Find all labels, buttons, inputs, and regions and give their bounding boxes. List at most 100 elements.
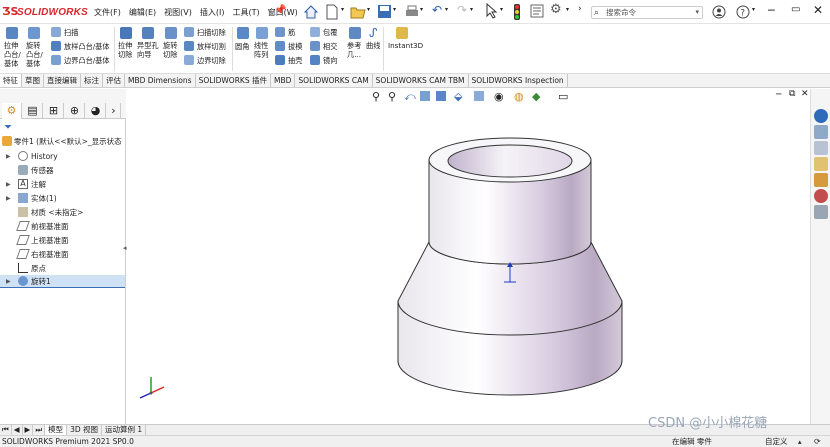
last-tab-icon[interactable]: ⏭ [33,425,46,435]
appearances-icon[interactable] [814,173,828,187]
tree-item-annotations[interactable]: ▶ A 注解 [0,178,126,191]
revolve-boss-button[interactable]: 旋转 凸台/ 基体 [26,41,43,68]
instant3d-button[interactable]: Instant3D [388,41,423,50]
file-explorer-icon[interactable] [814,141,828,155]
tree-root-part[interactable]: 零件1 (默认<<默认>_显示状态 [0,135,126,148]
zoom-to-fit-icon[interactable]: ⚲ [372,90,380,103]
tree-item-history[interactable]: ▶ History [0,150,126,163]
pin-icon[interactable]: 📌 [274,5,286,16]
hide-show-items-icon[interactable]: ◉ [494,90,504,103]
home-icon[interactable] [303,4,319,20]
configuration-manager-tab-icon[interactable]: ⊞ [44,103,64,119]
help-icon[interactable]: ? [736,5,750,19]
model-view[interactable] [127,89,810,424]
draft-button[interactable]: 拔模 [288,42,302,51]
linear-pattern-button[interactable]: 线性 阵列 [254,41,268,59]
intersect-button[interactable]: 相交 [323,42,337,51]
loft-cut-button[interactable]: 放样切割 [197,42,226,51]
maximize-icon[interactable]: ▭ [791,4,800,15]
close-icon[interactable]: ✕ [813,3,823,17]
expand-arrow-icon[interactable]: ▶ [6,178,11,191]
panel-collapse-handle[interactable]: ◂ [123,244,127,252]
tree-item-origin[interactable]: 原点 [0,262,126,275]
expand-arrow-icon[interactable]: ▶ [6,275,11,288]
next-tab-icon[interactable]: ▶ [23,425,34,435]
first-tab-icon[interactable]: ⏮ [0,425,12,435]
select-cursor-icon[interactable] [484,3,498,19]
new-document-icon[interactable] [325,4,339,20]
menu-tools[interactable]: 工具(T) [230,7,261,18]
expand-arrow-icon[interactable]: › [578,4,582,14]
tree-item-solid-bodies[interactable]: ▶ 实体(1) [0,192,126,205]
boundary-cut-button[interactable]: 边界切除 [197,56,226,65]
section-view-icon[interactable] [420,91,430,101]
rebuild-traffic-light-icon[interactable] [513,4,521,20]
view-orientation-icon[interactable]: ⬙ [454,90,462,103]
view-palette-icon[interactable] [814,157,828,171]
search-commands-input[interactable]: ⌕ 搜索命令 ▾ [591,6,703,19]
display-style-icon[interactable] [474,91,484,101]
solidworks-resources-icon[interactable] [814,109,828,123]
reference-triad[interactable] [139,377,165,399]
tab-solidworks-addins[interactable]: SOLIDWORKS 插件 [196,74,271,87]
sweep-button[interactable]: 扫描 [64,28,78,37]
tab-model[interactable]: 模型 [45,425,68,435]
previous-view-icon[interactable]: ⤺ [404,90,416,104]
chevron-down-icon[interactable]: ▾ [341,6,344,13]
viewport-close-icon[interactable]: ✕ [801,89,809,99]
tab-features[interactable]: 特征 [0,74,22,87]
viewport-minimize-icon[interactable]: ─ [776,90,781,100]
chevron-down-icon[interactable]: ▾ [445,6,448,13]
revolve-cut-button[interactable]: 旋转 切除 [163,41,177,59]
loft-boss-button[interactable]: 放样凸台/基体 [64,42,110,51]
apply-scene-icon[interactable]: ◆ [532,90,540,103]
extrude-cut-button[interactable]: 拉伸 切除 [118,41,132,59]
prev-tab-icon[interactable]: ◀ [12,425,23,435]
undo-icon[interactable]: ↶ [432,3,442,17]
redo-icon[interactable]: ↷ [457,3,467,17]
hole-wizard-button[interactable]: 异型孔 向导 [137,41,159,59]
tab-mbd[interactable]: MBD [271,74,296,87]
dimxpert-tab-icon[interactable]: ⊕ [65,103,85,119]
open-folder-icon[interactable] [350,4,366,20]
chevron-down-icon[interactable]: ▾ [566,6,569,13]
filter-icon[interactable]: ⏷ [4,122,12,133]
tab-solidworks-inspection[interactable]: SOLIDWORKS Inspection [469,74,568,87]
rib-button[interactable]: 筋 [288,28,295,37]
tab-evaluate[interactable]: 评估 [103,74,125,87]
tab-mbd-dimensions[interactable]: MBD Dimensions [125,74,196,87]
fillet-button[interactable]: 圆角 [235,42,249,51]
tab-direct-editing[interactable]: 直接编辑 [44,74,81,87]
tree-item-right-plane[interactable]: 右视基准面 [0,248,126,261]
custom-properties-icon[interactable] [814,205,828,219]
tree-item-front-plane[interactable]: 前视基准面 [0,220,126,233]
solidworks-logo[interactable]: ƷS SOLIDWORKS [2,4,88,20]
scenes-icon[interactable] [814,189,828,203]
tab-motion-study[interactable]: 运动算例 1 [102,425,147,435]
tree-item-top-plane[interactable]: 上视基准面 [0,234,126,247]
tree-item-sensors[interactable]: 传感器 [0,164,126,177]
view-settings-icon[interactable]: ▭ [558,90,568,103]
zoom-to-area-icon[interactable]: ⚲ [388,90,396,103]
menu-file[interactable]: 文件(F) [92,7,123,18]
reference-geometry-button[interactable]: 参考 几... [347,41,361,59]
curves-button[interactable]: 曲线 [366,41,380,50]
tab-sketch[interactable]: 草图 [22,74,44,87]
feature-manager-tab-icon[interactable]: ⚙ [2,103,22,119]
chevron-down-icon[interactable]: ▾ [470,6,473,13]
chevron-down-icon[interactable]: ▾ [420,6,423,13]
shell-button[interactable]: 抽壳 [288,56,302,65]
panel-tabs-scroll-icon[interactable]: › [107,103,121,119]
rebuild-status-icon[interactable]: ⟳ [814,436,821,447]
mirror-button[interactable]: 镜向 [323,56,337,65]
units-dropdown[interactable]: 自定义 [765,436,788,447]
tab-solidworks-cam-tbm[interactable]: SOLIDWORKS CAM TBM [373,74,469,87]
chevron-down-icon[interactable]: ▾ [367,6,370,13]
edit-appearance-icon[interactable]: ◍ [514,90,524,103]
account-icon[interactable] [712,5,726,19]
menu-view[interactable]: 视图(V) [162,7,194,18]
bore-hole[interactable] [447,144,573,178]
chevron-down-icon[interactable]: ▾ [500,6,503,13]
print-icon[interactable] [404,4,420,20]
chevron-down-icon[interactable]: ▾ [393,6,396,13]
